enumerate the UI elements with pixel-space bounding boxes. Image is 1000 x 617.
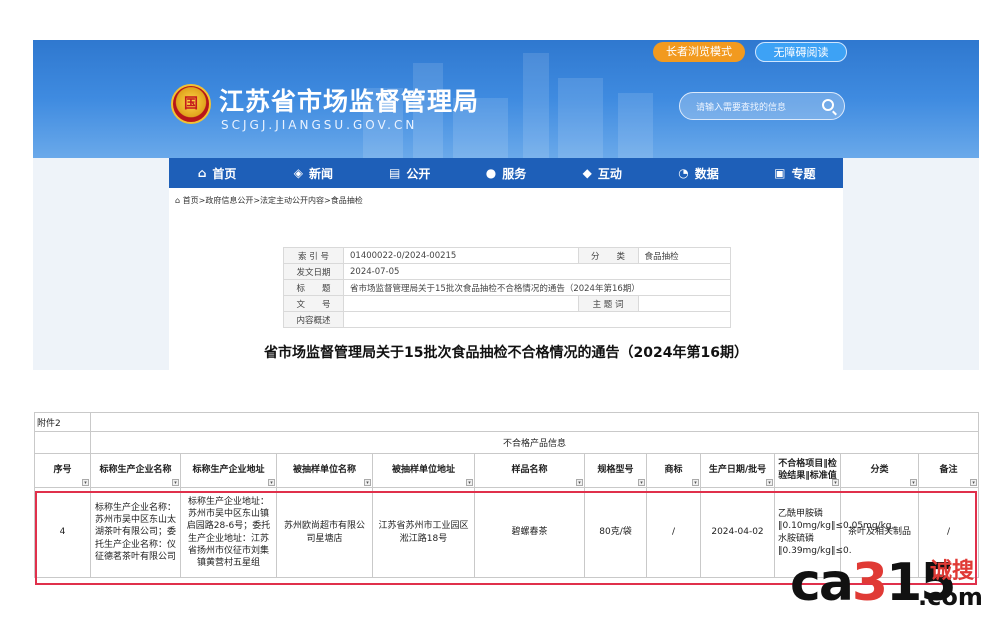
filter-dropdown-icon: ▾ (576, 479, 583, 486)
filter-dropdown-icon: ▾ (766, 479, 773, 486)
column-header[interactable]: 序号 ▾ (34, 453, 91, 488)
layers-icon: ◈ (293, 166, 304, 180)
search-icon[interactable] (822, 99, 834, 111)
accessible-reading-button[interactable]: 无障碍阅读 (755, 42, 847, 62)
meta-label: 标 题 (283, 279, 344, 296)
cell-no[interactable]: 4 (34, 487, 91, 578)
cell-address[interactable]: 标称生产企业地址：苏州市吴中区东山镇启园路28-6号；委托生产企业地址：江苏省扬… (180, 487, 277, 578)
meta-label: 索 引 号 (283, 247, 344, 264)
national-emblem-icon: 国 (171, 84, 211, 124)
search-placeholder: 请输入需要查找的信息 (696, 103, 787, 113)
pie-chart-icon: ◔ (678, 166, 689, 180)
nav-item-data[interactable]: ◔ 数据 (650, 158, 746, 188)
main-nav: ⌂ 首页 ◈ 新闻 ▤ 公开 ● 服务 ◆ 互动 ◔ 数据 ▣ 专题 (169, 158, 843, 188)
cell-company[interactable]: 标称生产企业名称：苏州市吴中区东山太湖茶叶有限公司；委托生产企业名称：仪征德茗茶… (90, 487, 181, 578)
filter-dropdown-icon: ▾ (172, 479, 179, 486)
column-header[interactable]: 标称生产企业地址 ▾ (180, 453, 277, 488)
nav-item-service[interactable]: ● 服务 (458, 158, 554, 188)
nav-item-home[interactable]: ⌂ 首页 (169, 158, 265, 188)
watermark-logo: ca315 诚搜 .com (790, 553, 983, 613)
column-header[interactable]: 规格型号 ▾ (584, 453, 647, 488)
filter-dropdown-icon: ▾ (364, 479, 371, 486)
filter-dropdown-icon: ▾ (82, 479, 89, 486)
meta-value: 2024-07-05 (343, 263, 731, 280)
site-domain: SCJGJ.JIANGSU.GOV.CN (221, 118, 418, 132)
meta-value (343, 311, 731, 328)
article-content: ⌂ 首页>政府信息公开>法定主动公开内容>食品抽检 索 引 号 01400022… (169, 188, 843, 370)
filter-dropdown-icon: ▾ (692, 479, 699, 486)
cell-spec[interactable]: 80克/袋 (584, 487, 647, 578)
meta-label: 分 类 (577, 247, 639, 264)
filter-dropdown-icon: ▾ (466, 479, 473, 486)
meta-value: 食品抽检 (637, 247, 732, 264)
filter-dropdown-icon: ▾ (268, 479, 275, 486)
filter-dropdown-icon: ▾ (970, 479, 978, 486)
column-header[interactable]: 分类 ▾ (840, 453, 919, 488)
attachment-label: 附件2 (34, 412, 91, 432)
filter-dropdown-icon: ▾ (910, 479, 917, 486)
empty-cell (34, 431, 91, 454)
site-banner: 国 江苏省市场监督管理局 SCJGJ.JIANGSU.GOV.CN 长者浏览模式… (33, 40, 979, 158)
meta-value: 01400022-0/2024-00215 (343, 247, 579, 264)
nav-item-news[interactable]: ◈ 新闻 (265, 158, 361, 188)
handshake-icon: ◆ (582, 166, 592, 180)
column-header[interactable]: 被抽样单位名称 ▾ (276, 453, 373, 488)
elder-mode-button[interactable]: 长者浏览模式 (653, 42, 745, 62)
nav-item-open[interactable]: ▤ 公开 (362, 158, 458, 188)
user-icon: ● (485, 166, 497, 180)
cell-sampled-unit[interactable]: 苏州欧尚超市有限公司星塘店 (276, 487, 373, 578)
column-header[interactable]: 备注 ▾ (917, 453, 980, 488)
cell-date[interactable]: 2024-04-02 (700, 487, 775, 578)
column-header[interactable]: 样品名称 ▾ (474, 453, 585, 488)
column-header[interactable]: 生产日期/批号 ▾ (700, 453, 775, 488)
notice-title: 省市场监督管理局关于15批次食品抽检不合格情况的通告（2024年第16期） (264, 345, 748, 361)
website-screenshot: 国 江苏省市场监督管理局 SCJGJ.JIANGSU.GOV.CN 长者浏览模式… (33, 40, 979, 370)
search-input[interactable]: 请输入需要查找的信息 (679, 92, 845, 120)
filter-dropdown-icon: ▾ (832, 479, 839, 486)
home-icon: ⌂ (197, 166, 207, 180)
breadcrumb[interactable]: ⌂ 首页>政府信息公开>法定主动公开内容>食品抽检 (175, 195, 363, 206)
cell-brand[interactable]: / (646, 487, 701, 578)
column-header[interactable]: 商标 ▾ (646, 453, 701, 488)
meta-label: 主 题 词 (577, 295, 639, 312)
column-header[interactable]: 被抽样单位地址 ▾ (372, 453, 475, 488)
cell-sample[interactable]: 碧螺春茶 (474, 487, 585, 578)
meta-value: 省市场监督管理局关于15批次食品抽检不合格情况的通告（2024年第16期） (343, 279, 731, 296)
meta-value (343, 295, 579, 312)
column-header[interactable]: 不合格项目‖检验结果‖标准值 ▾ (774, 453, 841, 488)
cell-sampled-address[interactable]: 江苏省苏州市工业园区淞江路18号 (372, 487, 475, 578)
site-title: 江苏省市场监督管理局 (219, 87, 480, 116)
nav-item-interaction[interactable]: ◆ 互动 (554, 158, 650, 188)
nav-item-topics[interactable]: ▣ 专题 (747, 158, 843, 188)
column-header[interactable]: 标称生产企业名称 ▾ (90, 453, 181, 488)
document-meta-table: 索 引 号 01400022-0/2024-00215 分 类 食品抽检 发文日… (283, 247, 732, 328)
document-icon: ▤ (389, 166, 401, 180)
meta-value (637, 295, 732, 312)
meta-label: 发文日期 (283, 263, 344, 280)
topic-icon: ▣ (774, 166, 786, 180)
table-header-row: 序号 ▾ 标称生产企业名称 ▾ 标称生产企业地址 ▾ 被抽样单位名称 ▾ 被抽样单位地址… (34, 453, 980, 488)
meta-label: 文 号 (283, 295, 344, 312)
empty-cell (89, 412, 980, 432)
group-header: 不合格产品信息 (89, 431, 980, 454)
filter-dropdown-icon: ▾ (638, 479, 645, 486)
meta-label: 内容概述 (283, 311, 344, 328)
